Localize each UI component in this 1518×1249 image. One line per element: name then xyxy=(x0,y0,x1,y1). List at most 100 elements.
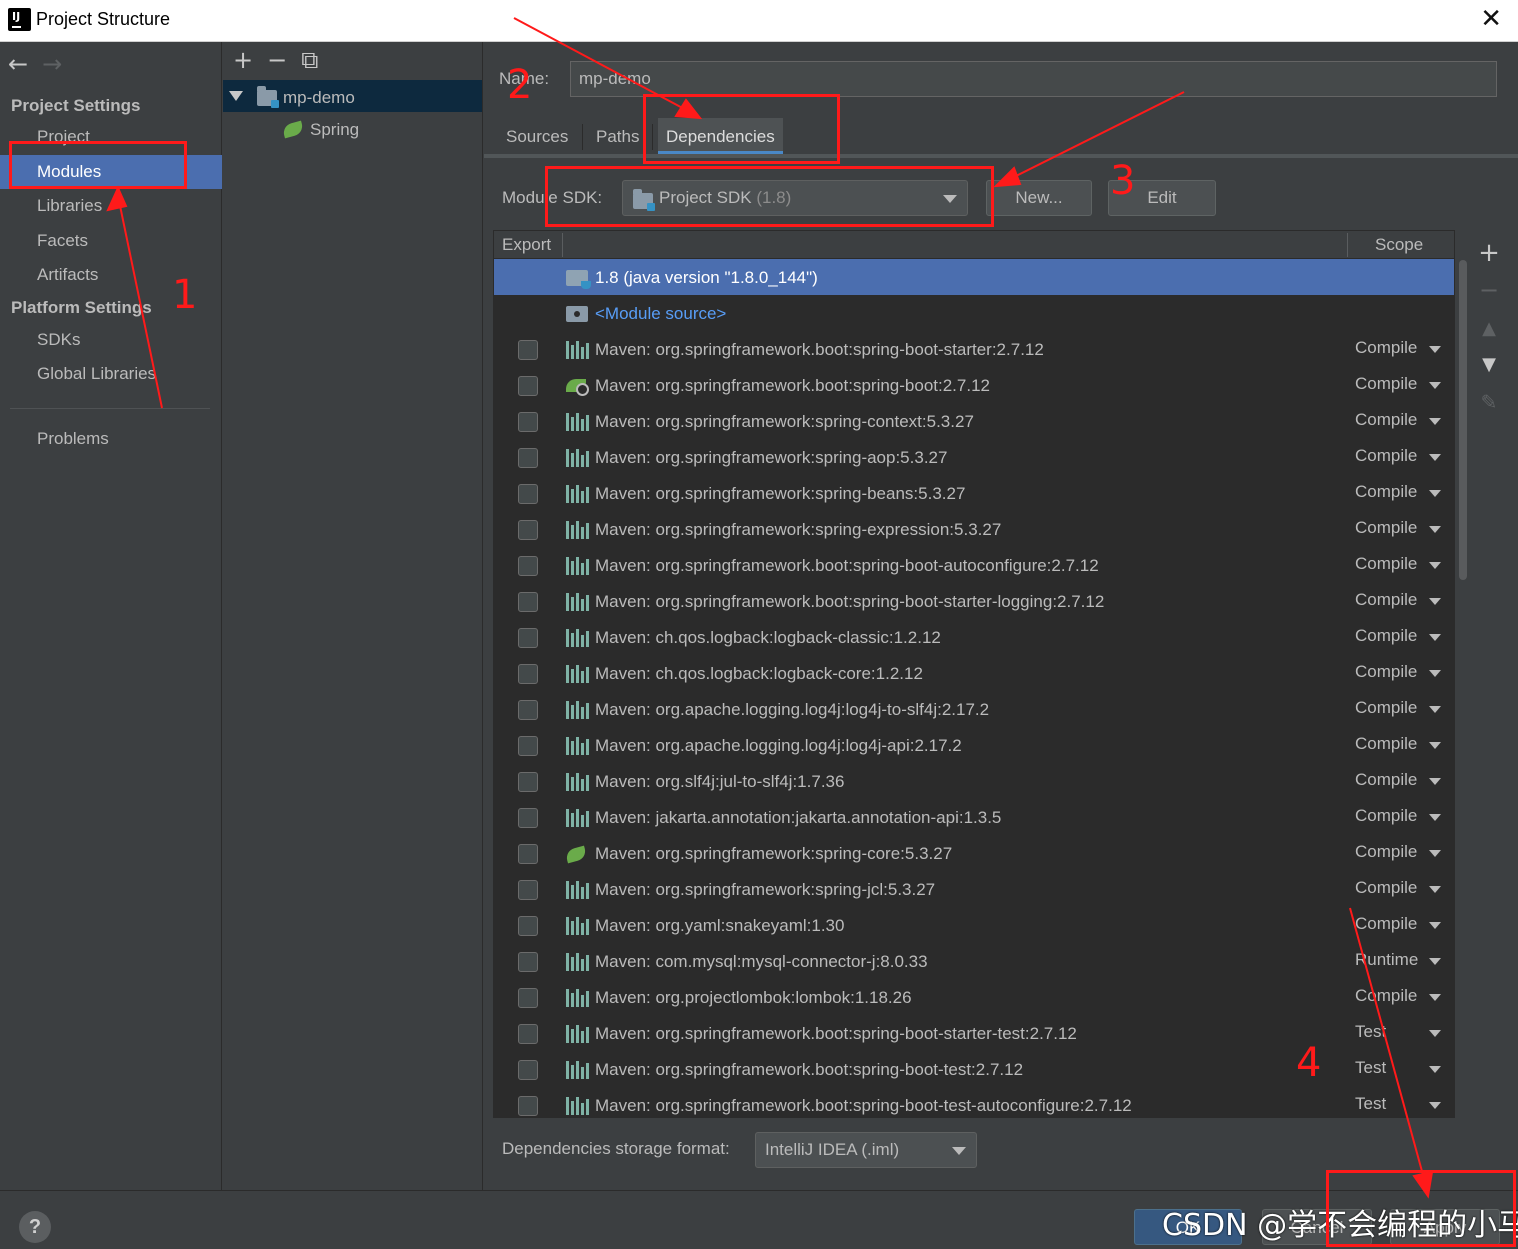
export-checkbox[interactable] xyxy=(518,520,538,540)
edit-dependency-icon[interactable]: ✎ xyxy=(1477,390,1501,414)
chevron-down-icon[interactable] xyxy=(1429,778,1441,785)
export-checkbox[interactable] xyxy=(518,736,538,756)
table-row[interactable]: Maven: org.springframework:spring-expres… xyxy=(494,511,1454,547)
chevron-down-icon[interactable] xyxy=(1429,346,1441,353)
remove-icon[interactable]: − xyxy=(267,46,287,74)
table-row[interactable]: Maven: org.springframework:spring-beans:… xyxy=(494,475,1454,511)
export-checkbox[interactable] xyxy=(518,376,538,396)
expand-arrow-icon[interactable] xyxy=(229,91,243,101)
add-dependency-icon[interactable]: + xyxy=(1477,238,1501,268)
remove-dependency-icon[interactable]: − xyxy=(1477,276,1501,304)
table-row[interactable]: Maven: org.springframework.boot:spring-b… xyxy=(494,1015,1454,1051)
scope-dropdown[interactable]: Compile xyxy=(1355,835,1417,869)
scope-dropdown[interactable]: Compile xyxy=(1355,475,1417,509)
table-row[interactable]: Maven: org.springframework:spring-contex… xyxy=(494,403,1454,439)
export-checkbox[interactable] xyxy=(518,448,538,468)
table-row[interactable]: Maven: org.springframework:spring-jcl:5.… xyxy=(494,871,1454,907)
chevron-down-icon[interactable] xyxy=(1429,886,1441,893)
scope-dropdown[interactable]: Test xyxy=(1355,1087,1386,1117)
export-checkbox[interactable] xyxy=(518,952,538,972)
chevron-down-icon[interactable] xyxy=(1429,634,1441,641)
export-checkbox[interactable] xyxy=(518,556,538,576)
export-checkbox[interactable] xyxy=(518,1096,538,1116)
export-checkbox[interactable] xyxy=(518,592,538,612)
table-row[interactable]: Maven: org.springframework:spring-aop:5.… xyxy=(494,439,1454,475)
tree-item-mp-demo[interactable]: mp-demo xyxy=(223,80,482,112)
table-row[interactable]: Maven: org.projectlombok:lombok:1.18.26 C… xyxy=(494,979,1454,1015)
table-row[interactable]: Maven: org.slf4j:jul-to-slf4j:1.7.36 Comp… xyxy=(494,763,1454,799)
chevron-down-icon[interactable] xyxy=(1429,1030,1441,1037)
scope-dropdown[interactable]: Compile xyxy=(1355,907,1417,941)
scope-dropdown[interactable]: Compile xyxy=(1355,511,1417,545)
tree-item-spring-facet[interactable]: Spring xyxy=(223,114,482,146)
scope-dropdown[interactable]: Compile xyxy=(1355,691,1417,725)
scope-dropdown[interactable]: Compile xyxy=(1355,403,1417,437)
move-up-icon[interactable]: ▲ xyxy=(1477,318,1501,339)
table-row[interactable]: Maven: org.springframework.boot:spring-b… xyxy=(494,367,1454,403)
export-checkbox[interactable] xyxy=(518,1024,538,1044)
scope-dropdown[interactable]: Runtime xyxy=(1355,943,1418,977)
tab-sources[interactable]: Sources xyxy=(498,118,576,154)
column-export[interactable]: Export xyxy=(502,231,551,259)
scope-dropdown[interactable]: Test xyxy=(1355,1015,1386,1049)
table-row[interactable]: Maven: jakarta.annotation:jakarta.annota… xyxy=(494,799,1454,835)
export-checkbox[interactable] xyxy=(518,844,538,864)
table-row[interactable]: Maven: ch.qos.logback:logback-core:1.2.1… xyxy=(494,655,1454,691)
move-down-icon[interactable]: ▼ xyxy=(1477,354,1501,375)
scope-dropdown[interactable]: Compile xyxy=(1355,547,1417,581)
table-scrollbar[interactable] xyxy=(1459,260,1467,580)
chevron-down-icon[interactable] xyxy=(1429,814,1441,821)
table-row[interactable]: Maven: org.apache.logging.log4j:log4j-to… xyxy=(494,691,1454,727)
chevron-down-icon[interactable] xyxy=(1429,526,1441,533)
scope-dropdown[interactable]: Compile xyxy=(1355,727,1417,761)
table-row-module-source[interactable]: <Module source> xyxy=(494,295,1454,331)
export-checkbox[interactable] xyxy=(518,880,538,900)
chevron-down-icon[interactable] xyxy=(1429,562,1441,569)
chevron-down-icon[interactable] xyxy=(1429,850,1441,857)
help-icon[interactable]: ? xyxy=(19,1211,51,1243)
tab-dependencies[interactable]: Dependencies xyxy=(658,118,783,154)
module-sdk-dropdown[interactable]: Project SDK (1.8) xyxy=(622,180,968,216)
table-row[interactable]: Maven: org.springframework.boot:spring-b… xyxy=(494,1087,1454,1117)
back-arrow-icon[interactable]: ← xyxy=(8,50,28,78)
sidebar-item-libraries[interactable]: Libraries xyxy=(0,189,222,223)
scope-dropdown[interactable]: Compile xyxy=(1355,367,1417,401)
copy-icon[interactable]: ⧉ xyxy=(301,46,318,74)
new-sdk-button[interactable]: New... xyxy=(986,180,1092,216)
sidebar-item-sdks[interactable]: SDKs xyxy=(0,323,222,357)
chevron-down-icon[interactable] xyxy=(1429,598,1441,605)
export-checkbox[interactable] xyxy=(518,412,538,432)
close-icon[interactable]: ✕ xyxy=(1480,4,1502,34)
export-checkbox[interactable] xyxy=(518,1060,538,1080)
forward-arrow-icon[interactable]: → xyxy=(42,50,62,78)
table-row[interactable]: Maven: org.springframework.boot:spring-b… xyxy=(494,583,1454,619)
chevron-down-icon[interactable] xyxy=(1429,382,1441,389)
export-checkbox[interactable] xyxy=(518,628,538,648)
table-row[interactable]: Maven: org.springframework:spring-core:5… xyxy=(494,835,1454,871)
chevron-down-icon[interactable] xyxy=(1429,1066,1441,1073)
column-scope[interactable]: Scope xyxy=(1375,231,1423,259)
add-icon[interactable]: + xyxy=(233,46,253,74)
table-row[interactable]: Maven: org.apache.logging.log4j:log4j-ap… xyxy=(494,727,1454,763)
chevron-down-icon[interactable] xyxy=(1429,958,1441,965)
export-checkbox[interactable] xyxy=(518,808,538,828)
chevron-down-icon[interactable] xyxy=(1429,922,1441,929)
sidebar-item-global-libraries[interactable]: Global Libraries xyxy=(0,357,222,391)
scope-dropdown[interactable]: Compile xyxy=(1355,583,1417,617)
scope-dropdown[interactable]: Test xyxy=(1355,1051,1386,1085)
chevron-down-icon[interactable] xyxy=(1429,670,1441,677)
export-checkbox[interactable] xyxy=(518,340,538,360)
chevron-down-icon[interactable] xyxy=(1429,1102,1441,1109)
table-row[interactable]: Maven: org.springframework.boot:spring-b… xyxy=(494,331,1454,367)
sidebar-item-modules[interactable]: Modules xyxy=(0,155,222,189)
export-checkbox[interactable] xyxy=(518,988,538,1008)
scope-dropdown[interactable]: Compile xyxy=(1355,871,1417,905)
sidebar-item-facets[interactable]: Facets xyxy=(0,224,222,258)
table-row[interactable]: Maven: org.springframework.boot:spring-b… xyxy=(494,547,1454,583)
module-name-field[interactable]: mp-demo xyxy=(570,61,1497,97)
edit-sdk-button[interactable]: Edit xyxy=(1108,180,1216,216)
export-checkbox[interactable] xyxy=(518,700,538,720)
scope-dropdown[interactable]: Compile xyxy=(1355,619,1417,653)
tab-paths[interactable]: Paths xyxy=(588,118,647,154)
scope-dropdown[interactable]: Compile xyxy=(1355,655,1417,689)
